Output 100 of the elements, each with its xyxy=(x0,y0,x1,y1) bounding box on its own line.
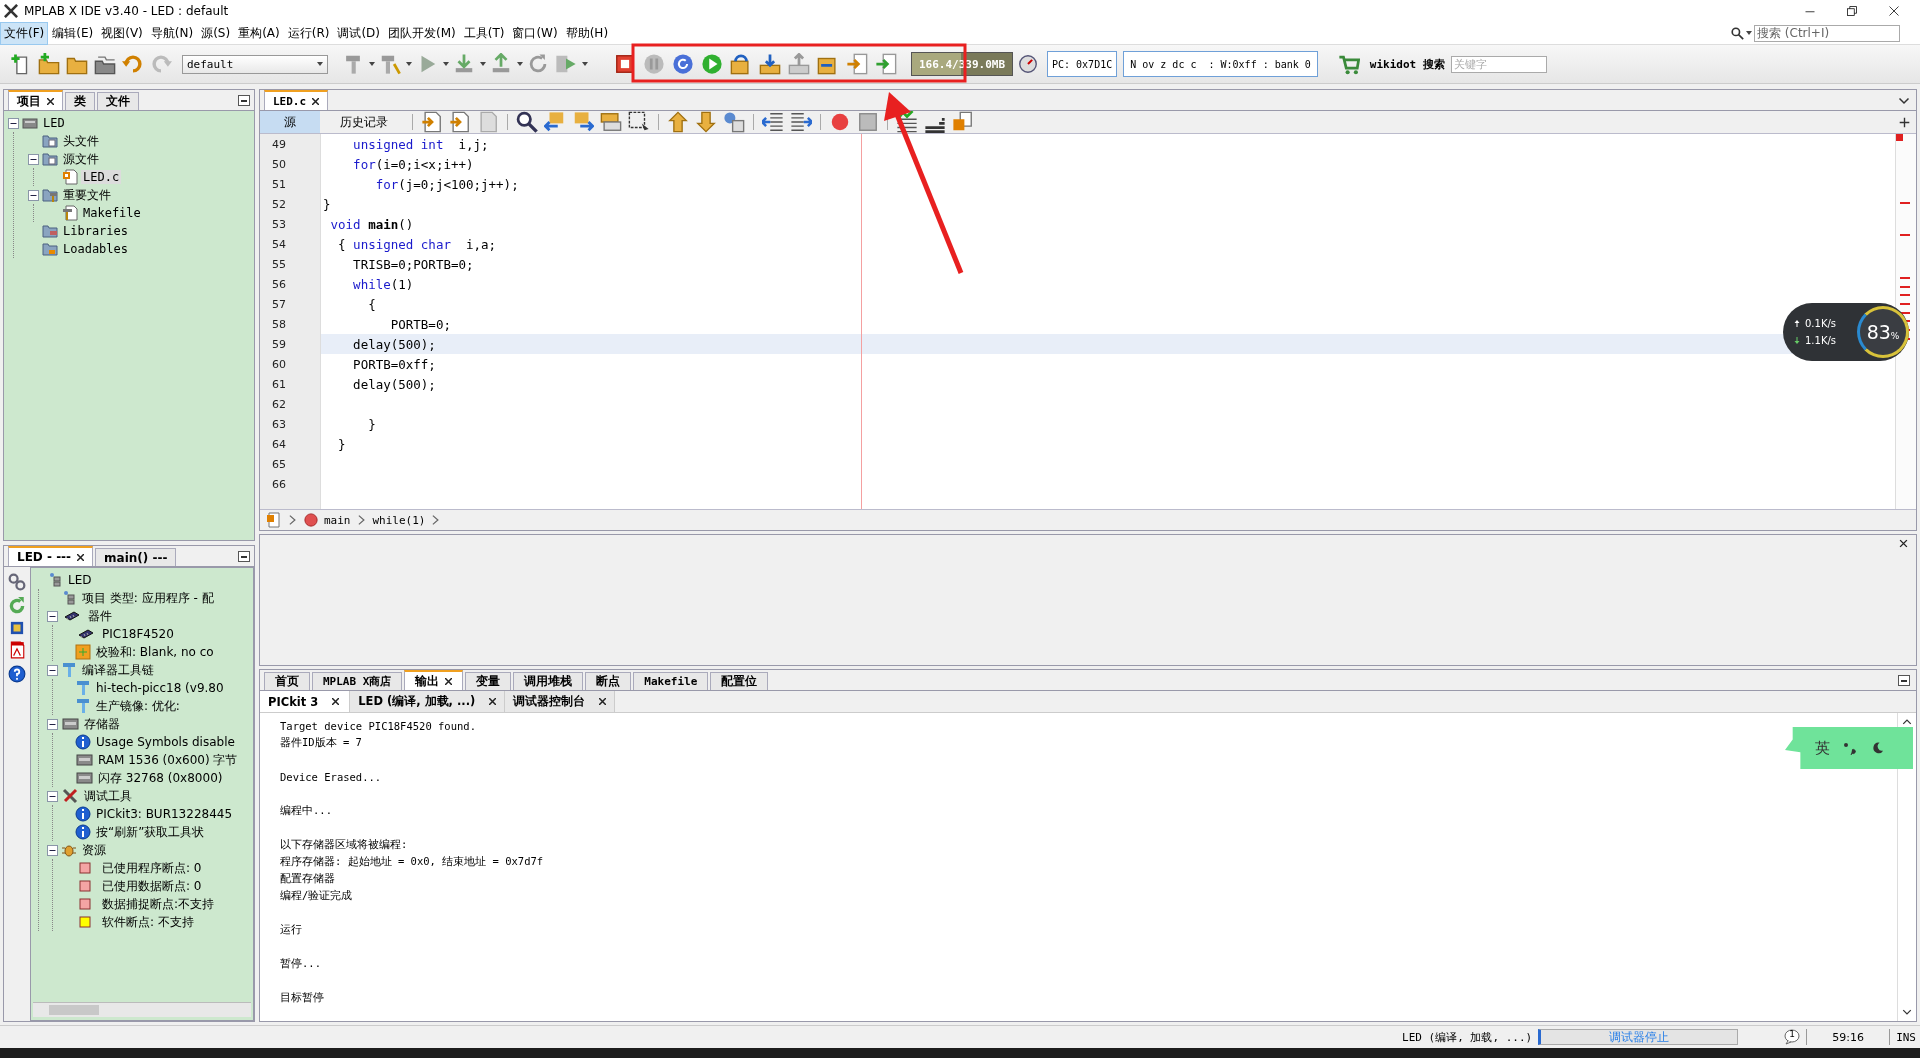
tree-item[interactable]: hi-tech-picc18 (v9.80 xyxy=(94,681,226,695)
menu-item[interactable]: 调试(D) xyxy=(333,21,384,45)
output-tab[interactable]: 断点 xyxy=(585,672,632,690)
notification-bubble-icon[interactable] xyxy=(1784,1029,1801,1045)
tree-item[interactable]: 生产镜像: 优化: xyxy=(94,697,182,715)
tree-item[interactable]: 按“刷新”获取工具状 xyxy=(94,823,207,841)
close-icon[interactable] xyxy=(77,553,85,561)
settings-icon[interactable] xyxy=(8,573,26,591)
output-subtab[interactable]: LED (编译, 加载, ...) xyxy=(350,691,506,712)
menu-item[interactable]: 源(S) xyxy=(197,21,235,45)
output-tab[interactable]: 首页 xyxy=(264,672,310,690)
caret-icon[interactable] xyxy=(480,62,486,66)
close-icon[interactable] xyxy=(1899,539,1908,548)
tree-item[interactable]: 存储器 xyxy=(82,715,122,733)
network-monitor[interactable]: 0.1K/s 1.1K/s 83% xyxy=(1783,303,1909,361)
panel-tab[interactable]: 项目 xyxy=(8,90,63,110)
close-icon[interactable] xyxy=(332,698,340,705)
input-method-bar[interactable]: 英 xyxy=(1785,727,1913,769)
tree-item[interactable]: Libraries xyxy=(61,224,131,238)
tree-item[interactable]: 重要文件 xyxy=(61,186,113,204)
close-icon[interactable] xyxy=(489,698,497,705)
split-icon[interactable] xyxy=(1899,116,1910,128)
menu-item[interactable]: 导航(N) xyxy=(146,21,198,45)
chart-icon[interactable] xyxy=(894,109,920,135)
pdf-icon[interactable] xyxy=(8,641,26,659)
reset-icon[interactable] xyxy=(670,51,696,77)
caret-icon[interactable] xyxy=(443,62,449,66)
collapse-toggle-icon[interactable] xyxy=(47,790,58,802)
restore-icon[interactable] xyxy=(1846,5,1858,17)
close-icon[interactable] xyxy=(47,97,54,105)
collapse-toggle-icon[interactable] xyxy=(47,610,58,622)
tree-item[interactable]: 调试工具 xyxy=(82,787,134,805)
caret-icon[interactable] xyxy=(517,62,523,66)
close-icon[interactable] xyxy=(312,97,320,105)
view-tab[interactable]: 历史记录 xyxy=(322,111,406,133)
menu-item[interactable]: 窗口(W) xyxy=(508,21,562,45)
close-icon[interactable] xyxy=(599,698,607,705)
collapse-toggle-icon[interactable] xyxy=(47,718,58,730)
menu-item[interactable]: 文件(F) xyxy=(0,21,49,45)
tree-item[interactable]: 闪存 32768 (0x8000) xyxy=(96,769,225,787)
panel-tab[interactable]: 文件 xyxy=(97,92,139,110)
tree-item[interactable]: 头文件 xyxy=(61,132,101,150)
tree-item[interactable]: PICkit3: BUR13228445 xyxy=(94,807,235,821)
help-icon[interactable] xyxy=(8,665,26,683)
tree-item[interactable]: 源文件 xyxy=(61,150,101,168)
tree-item[interactable]: Usage Symbols disable xyxy=(94,735,237,749)
breadcrumb[interactable]: main xyxy=(324,513,351,527)
output-subtab[interactable]: 调试器控制台 xyxy=(505,691,616,712)
minimize-icon[interactable] xyxy=(238,94,250,106)
shapes-icon[interactable] xyxy=(721,109,747,135)
collapse-toggle-icon[interactable] xyxy=(8,117,19,129)
refresh-icon[interactable] xyxy=(8,597,26,615)
tree-item[interactable]: 编译器工具链 xyxy=(80,661,156,679)
tree-item[interactable]: LED xyxy=(41,116,67,130)
menu-item[interactable]: 视图(V) xyxy=(97,21,147,45)
menu-item[interactable]: 编辑(E) xyxy=(48,21,98,45)
panel-tab[interactable]: 类 xyxy=(65,92,95,110)
menu-item[interactable]: 工具(T) xyxy=(459,21,509,45)
tree-item[interactable]: 软件断点: 不支持 xyxy=(100,913,196,931)
new-folder-icon[interactable] xyxy=(36,51,62,77)
caret-icon[interactable] xyxy=(406,62,412,66)
caret-icon[interactable] xyxy=(317,62,323,66)
output-tab[interactable]: 配置位 xyxy=(710,672,769,690)
search-field[interactable]: 搜索 (Ctrl+I) xyxy=(1754,24,1900,42)
scroll-up-icon[interactable] xyxy=(1902,717,1912,727)
collapse-toggle-icon[interactable] xyxy=(47,844,58,856)
output-subtab[interactable]: PICkit 3 xyxy=(260,691,351,712)
panel-tab[interactable]: LED - --- xyxy=(8,546,94,566)
keyword-field[interactable]: 关键字 xyxy=(1450,55,1547,73)
chip-square-icon[interactable] xyxy=(10,621,24,635)
close-icon[interactable] xyxy=(1888,5,1900,17)
collapse-toggle-icon[interactable] xyxy=(28,189,39,201)
step-out-icon[interactable] xyxy=(786,51,812,77)
tree-item[interactable]: 数据捕捉断点:不支持 xyxy=(100,895,217,913)
output-tab[interactable]: 输出 xyxy=(404,670,464,690)
menu-item[interactable]: 重构(A) xyxy=(234,21,284,45)
collapse-toggle-icon[interactable] xyxy=(28,153,39,165)
tree-item[interactable]: Loadables xyxy=(61,242,131,256)
tree-item[interactable]: 器件 xyxy=(86,607,114,625)
breadcrumb[interactable]: while(1) xyxy=(372,513,426,527)
output-tab[interactable]: MPLAB X商店 xyxy=(312,672,403,690)
caret-icon[interactable] xyxy=(1746,31,1752,35)
close-icon[interactable] xyxy=(445,677,453,685)
caret-icon[interactable] xyxy=(369,62,375,66)
output-tab[interactable]: Makefile xyxy=(633,672,709,690)
configuration-dropdown[interactable]: default xyxy=(182,54,328,74)
horizontal-scrollbar[interactable] xyxy=(33,1002,251,1017)
memory-meter[interactable]: 166.4/339.0MB xyxy=(911,52,1013,76)
c-file-icon[interactable] xyxy=(266,512,282,528)
scroll-down-icon[interactable] xyxy=(1902,1007,1912,1017)
output-tab[interactable]: 变量 xyxy=(465,672,512,690)
tree-item[interactable]: PIC18F4520 xyxy=(100,627,176,641)
view-tab[interactable]: 源 xyxy=(260,111,320,133)
editor-tab[interactable]: LED.c xyxy=(264,90,329,110)
tree-item[interactable]: RAM 1536 (0x600) 字节 xyxy=(96,751,240,769)
menu-item[interactable]: 团队开发(M) xyxy=(384,21,460,45)
tree-item[interactable]: 校验和: Blank, no co xyxy=(94,643,216,661)
tree-item[interactable]: 资源 xyxy=(80,841,108,859)
panel-tab[interactable]: main() --- xyxy=(95,548,177,566)
caret-icon[interactable] xyxy=(582,62,588,66)
